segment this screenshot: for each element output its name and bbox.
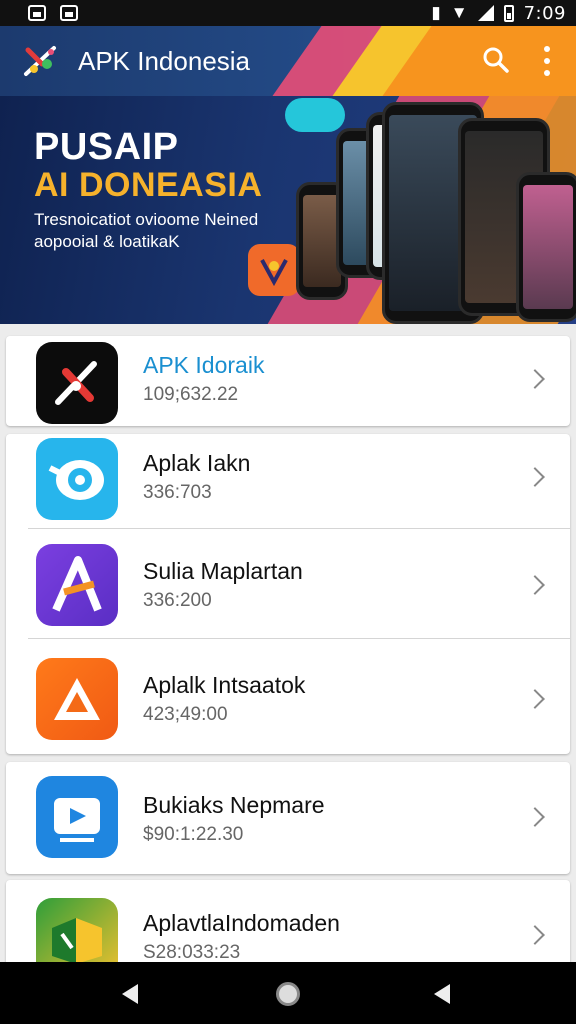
aplak-iakn-app-icon (36, 438, 118, 520)
gallery-notification-icon (28, 5, 46, 21)
list-item[interactable]: Aplak Iakn 336:703 (6, 434, 570, 528)
bukiaks-nepmare-app-icon (36, 776, 118, 858)
sulia-maplartan-app-icon (36, 544, 118, 626)
app-size: 423;49:00 (143, 704, 228, 725)
banner-headline-2: AI DONEASIA (34, 166, 263, 204)
chevron-right-icon (525, 689, 545, 709)
app-name: Aplalk Intsaatok (143, 672, 306, 698)
list-item[interactable]: Aplalk Intsaatok 423;49:00 (6, 642, 570, 754)
chevron-right-icon (525, 369, 545, 389)
banner-headline-1: PUSAIP (34, 126, 179, 168)
aplavtlaindomaden-app-icon (36, 898, 118, 964)
app-card[interactable]: AplavtlaIndomaden S28:033:23 (6, 880, 570, 964)
app-size: S28:033:23 (143, 942, 241, 963)
chevron-right-icon (525, 807, 545, 827)
status-bar: ▮ ▼ 7:09 (0, 0, 576, 26)
app-size: 336:703 (143, 482, 212, 503)
chevron-right-icon (525, 575, 545, 595)
banner-badge-icon (248, 244, 300, 296)
app-size: 109;632.22 (143, 384, 239, 405)
signal-icon (477, 5, 494, 21)
recent-apps-icon[interactable] (434, 984, 450, 1004)
search-icon[interactable] (482, 46, 510, 74)
home-icon[interactable] (276, 982, 300, 1006)
app-name: Aplak Iakn (143, 450, 251, 476)
overflow-menu-icon[interactable] (538, 46, 556, 76)
app-notification-icon (60, 5, 78, 21)
app-size: $90:1:22.30 (143, 824, 244, 845)
app-card[interactable]: APK Idoraik 109;632.22 (6, 336, 570, 426)
app-card-group: Aplak Iakn 336:703 Sulia Maplartan 336:2… (6, 434, 570, 754)
clock: 7:09 (523, 2, 566, 24)
app-name: AplavtlaIndomaden (143, 910, 340, 936)
app-name: Bukiaks Nepmare (143, 792, 325, 818)
chevron-right-icon (525, 467, 545, 487)
wifi-icon: ▼ (450, 3, 468, 22)
aplalk-intsaatok-app-icon (36, 658, 118, 740)
chevron-right-icon (525, 925, 545, 945)
banner-subtitle-1: Tresnoicatiot ovioome Neined (34, 210, 259, 229)
app-logo-icon (24, 46, 56, 76)
battery-icon (503, 4, 514, 22)
list-item[interactable]: Sulia Maplartan 336:200 (6, 534, 570, 640)
app-bar: APK Indonesia (0, 26, 576, 96)
app-name: APK Idoraik (143, 352, 265, 378)
banner-subtitle-2: aopooial & loatikaK (34, 232, 180, 251)
vibrate-icon: ▮ (431, 3, 441, 22)
apk-idoraik-app-icon (36, 342, 118, 424)
phone-illustration (516, 172, 576, 322)
app-name: Sulia Maplartan (143, 558, 303, 584)
promo-banner[interactable]: PUSAIP AI DONEASIA Tresnoicatiot ovioome… (0, 96, 576, 324)
back-icon[interactable] (122, 984, 138, 1004)
app-card[interactable]: Bukiaks Nepmare $90:1:22.30 (6, 762, 570, 874)
app-title: APK Indonesia (78, 46, 251, 76)
system-nav-bar (0, 962, 576, 1024)
app-size: 336:200 (143, 590, 212, 611)
